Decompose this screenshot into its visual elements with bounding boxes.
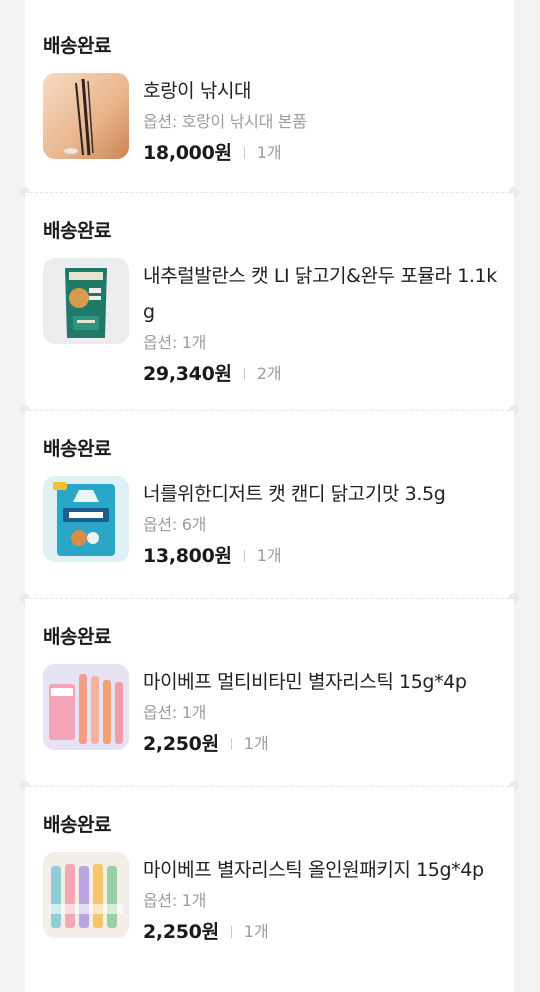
item-info: 마이베프 별자리스틱 올인원패키지 15g*4p 옵션: 1개 2,250원 1… [143,852,514,946]
product-price: 2,250원 [143,733,219,755]
order-card[interactable]: 배송완료 마이베프 멀티비타민 별자리스틱 15g*4p 옵션: 1개 2,25… [20,599,519,791]
delivery-status: 배송완료 [43,220,111,242]
product-name[interactable]: 마이베프 별자리스틱 올인원패키지 15g*4p [143,852,498,888]
product-quantity: 1개 [256,546,282,565]
delivery-status: 배송완료 [43,35,111,57]
delivery-status: 배송완료 [43,626,111,648]
delivery-status: 배송완료 [43,814,111,836]
product-option: 옵션: 호랑이 낚시대 본품 [143,112,307,131]
product-option: 옵션: 1개 [143,333,207,352]
price-row: 2,250원 1개 [143,730,498,758]
order-card[interactable]: 배송완료 마이베프 별자리스틱 올인원패키지 15g*4p 옵션: 1개 2,2… [25,787,514,992]
product-name[interactable]: 호랑이 낚시대 [143,73,498,109]
item-info: 너를위한디저트 캣 캔디 닭고기맛 3.5g 옵션: 6개 13,800원 1개 [143,476,514,570]
cat-food-bag-image[interactable] [43,258,129,344]
product-option: 옵션: 1개 [143,703,207,722]
cat-stick-package-image[interactable] [43,852,129,938]
order-card[interactable]: 배송완료 너를위한디저트 캣 캔디 닭고기맛 3.5g 옵션: 6개 13,80… [20,411,519,603]
product-price: 18,000원 [143,142,232,164]
order-card[interactable]: 배송완료 내추럴발란스 캣 LI 닭고기&완두 포뮬라 1.1kg 옵션: 1개… [20,193,519,415]
fishing-rod-image[interactable] [43,73,129,159]
order-item[interactable]: 너를위한디저트 캣 캔디 닭고기맛 3.5g 옵션: 6개 13,800원 1개 [43,476,514,570]
order-card[interactable]: 배송완료 호랑이 낚시대 옵션: 호랑이 낚시대 본품 18,000원 1개 [20,0,519,197]
divider [243,368,245,380]
product-quantity: 1개 [243,922,269,941]
item-info: 호랑이 낚시대 옵션: 호랑이 낚시대 본품 18,000원 1개 [143,73,514,167]
product-quantity: 2개 [256,364,282,383]
product-name[interactable]: 너를위한디저트 캣 캔디 닭고기맛 3.5g [143,476,498,512]
product-option: 옵션: 6개 [143,515,207,534]
order-item[interactable]: 마이베프 멀티비타민 별자리스틱 15g*4p 옵션: 1개 2,250원 1개 [43,664,514,758]
divider [243,550,245,562]
price-row: 29,340원 2개 [143,360,498,388]
product-quantity: 1개 [256,143,282,162]
divider [230,926,232,938]
product-option: 옵션: 1개 [143,891,207,910]
product-name[interactable]: 마이베프 멀티비타민 별자리스틱 15g*4p [143,664,498,700]
item-info: 마이베프 멀티비타민 별자리스틱 15g*4p 옵션: 1개 2,250원 1개 [143,664,514,758]
price-row: 13,800원 1개 [143,542,498,570]
product-price: 13,800원 [143,545,232,567]
price-row: 2,250원 1개 [143,918,498,946]
divider [230,738,232,750]
price-row: 18,000원 1개 [143,139,498,167]
delivery-status: 배송완료 [43,438,111,460]
order-item[interactable]: 마이베프 별자리스틱 올인원패키지 15g*4p 옵션: 1개 2,250원 1… [43,852,514,946]
product-price: 2,250원 [143,921,219,943]
product-name[interactable]: 내추럴발란스 캣 LI 닭고기&완두 포뮬라 1.1kg [143,258,498,330]
order-list: 배송완료 호랑이 낚시대 옵션: 호랑이 낚시대 본품 18,000원 1개 배… [20,0,519,992]
cat-stick-snack-image[interactable] [43,664,129,750]
order-item[interactable]: 호랑이 낚시대 옵션: 호랑이 낚시대 본품 18,000원 1개 [43,73,514,167]
product-price: 29,340원 [143,363,232,385]
order-history-page: 배송완료 호랑이 낚시대 옵션: 호랑이 낚시대 본품 18,000원 1개 배… [0,0,540,992]
item-info: 내추럴발란스 캣 LI 닭고기&완두 포뮬라 1.1kg 옵션: 1개 29,3… [143,258,514,388]
product-quantity: 1개 [243,734,269,753]
cat-candy-pack-image[interactable] [43,476,129,562]
order-item[interactable]: 내추럴발란스 캣 LI 닭고기&완두 포뮬라 1.1kg 옵션: 1개 29,3… [43,258,514,388]
divider [243,147,245,159]
